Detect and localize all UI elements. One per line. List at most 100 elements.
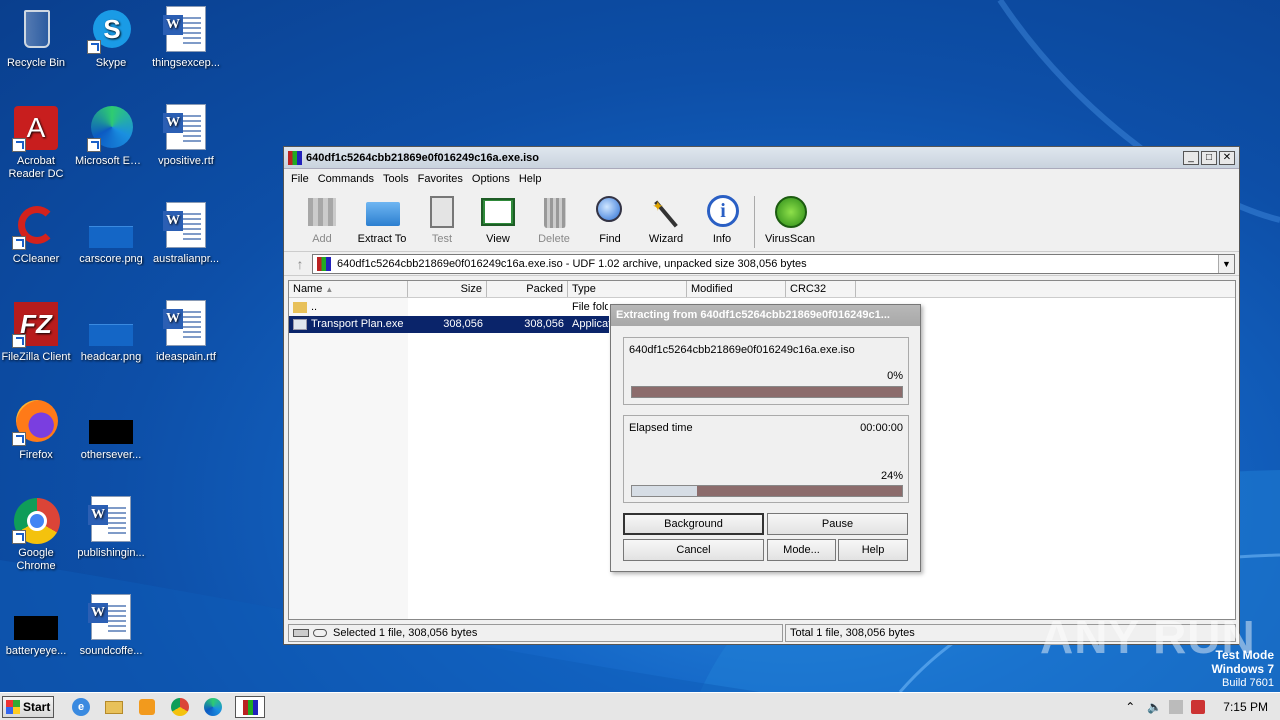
icon-label: soundcoffe... [79, 645, 143, 657]
virusscan-button[interactable]: VirusScan [759, 192, 821, 245]
speaker-icon[interactable]: 🔈 [1147, 700, 1162, 714]
name-column-background [289, 298, 408, 619]
virusscan-label: VirusScan [765, 233, 815, 245]
menu-favorites[interactable]: Favorites [415, 173, 469, 185]
chevron-down-icon[interactable]: ▼ [1218, 254, 1234, 273]
column-header: Name ▲ Size Packed Type Modified CRC32 [289, 281, 1235, 298]
extract-to-label: Extract To [357, 233, 407, 245]
desktop-icon-skype[interactable]: S Skype [73, 6, 149, 70]
desktop-icon-publishingin[interactable]: W publishingin... [73, 496, 149, 560]
winrar-icon [317, 256, 331, 271]
info-button[interactable]: i Info [694, 192, 750, 245]
windows-logo-icon [6, 699, 20, 714]
icon-label: thingsexcep... [152, 57, 220, 69]
edge-icon [87, 104, 135, 152]
minimize-button[interactable]: _ [1183, 150, 1199, 165]
find-label: Find [599, 233, 621, 245]
desktop-icon-vpositive[interactable]: W vpositive.rtf [148, 104, 224, 168]
desktop-icon-ccleaner[interactable]: CCleaner [0, 202, 74, 266]
media-player-icon[interactable] [136, 696, 158, 718]
desktop-icon-chrome[interactable]: Google Chrome [0, 496, 74, 573]
action-center-icon[interactable] [1191, 699, 1206, 714]
tray-expand-icon[interactable]: ⌃ [1125, 700, 1139, 714]
drive-icon[interactable] [293, 629, 309, 637]
desktop-icon-headcar[interactable]: headcar.png [73, 300, 149, 364]
edge-taskbar-icon[interactable] [202, 696, 224, 718]
mode-button[interactable]: Mode... [767, 539, 836, 561]
word-document-icon: W [162, 104, 210, 152]
archive-path-field[interactable]: 640df1c5264cbb21869e0f016249c16a.exe.iso… [312, 253, 1235, 274]
delete-button[interactable]: Delete [526, 192, 582, 245]
column-size[interactable]: Size [408, 281, 487, 297]
file-progress-bar [631, 386, 903, 398]
desktop-icon-othersever[interactable]: othersever... [73, 398, 149, 462]
view-label: View [486, 233, 510, 245]
column-type[interactable]: Type [568, 281, 687, 297]
desktop-icon-filezilla[interactable]: FZ FileZilla Client [0, 300, 74, 364]
desktop-icon-firefox[interactable]: Firefox [0, 398, 74, 462]
shortcut-arrow-icon [12, 334, 26, 348]
dialog-title[interactable]: Extracting from 640df1c5264cbb21869e0f01… [611, 305, 920, 326]
close-button[interactable]: ✕ [1219, 150, 1235, 165]
recycle-bin-icon [12, 6, 60, 54]
column-packed[interactable]: Packed [487, 281, 568, 297]
column-crc32[interactable]: CRC32 [786, 281, 856, 297]
column-name[interactable]: Name ▲ [289, 281, 408, 297]
desktop-icon-ideaspain[interactable]: W ideaspain.rtf [148, 300, 224, 364]
desktop-icon-edge[interactable]: Microsoft Edge [73, 104, 149, 168]
desktop-icon-carscore[interactable]: carscore.png [73, 202, 149, 266]
maximize-button[interactable]: □ [1201, 150, 1217, 165]
menu-options[interactable]: Options [469, 173, 516, 185]
desktop-icon-batteryeye[interactable]: batteryeye... [0, 594, 74, 658]
icon-label: headcar.png [80, 351, 142, 363]
info-icon: i [704, 194, 740, 230]
chrome-taskbar-icon[interactable] [169, 696, 191, 718]
cancel-button[interactable]: Cancel [623, 539, 764, 561]
column-modified[interactable]: Modified [687, 281, 786, 297]
desktop-icon-thingsexcep[interactable]: W thingsexcep... [148, 6, 224, 70]
extract-to-button[interactable]: Extract To [350, 192, 414, 245]
folder-icon [293, 302, 307, 313]
column-name-label: Name [293, 283, 323, 295]
window-titlebar[interactable]: 640df1c5264cbb21869e0f016249c16a.exe.iso… [284, 147, 1239, 169]
network-icon[interactable] [1169, 699, 1184, 714]
up-arrow-icon[interactable]: ↑ [288, 254, 312, 274]
help-button[interactable]: Help [838, 539, 908, 561]
file-packed: 308,056 [524, 318, 564, 330]
menu-commands[interactable]: Commands [315, 173, 380, 185]
ie-icon[interactable]: e [70, 696, 92, 718]
menu-help[interactable]: Help [516, 173, 548, 185]
key-icon[interactable] [313, 629, 327, 637]
clock[interactable]: 7:15 PM [1223, 700, 1268, 714]
find-button[interactable]: Find [582, 192, 638, 245]
icon-label: Microsoft Edge [75, 155, 149, 167]
menu-tools[interactable]: Tools [380, 173, 415, 185]
icon-label: vpositive.rtf [158, 155, 214, 167]
desktop-icon-soundcoffe[interactable]: W soundcoffe... [73, 594, 149, 658]
shortcut-arrow-icon [12, 236, 26, 250]
list-item-selected[interactable]: Transport Plan.exe 308,056 308,056 Appli… [289, 316, 609, 333]
start-button[interactable]: Start [2, 695, 54, 718]
icon-label: Google Chrome [16, 547, 56, 572]
background-button[interactable]: Background [623, 513, 764, 535]
pause-button[interactable]: Pause [767, 513, 908, 535]
file-progress-group: 640df1c5264cbb21869e0f016249c16a.exe.iso… [623, 337, 909, 405]
menu-file[interactable]: File [288, 173, 315, 185]
wizard-button[interactable]: ✦ Wizard [638, 192, 694, 245]
icon-label: othersever... [80, 449, 142, 461]
firefox-icon [12, 398, 60, 446]
view-button[interactable]: View [470, 192, 526, 245]
archive-name: 640df1c5264cbb21869e0f016249c16a.exe.iso [629, 344, 855, 356]
winrar-taskbar-button[interactable] [235, 695, 265, 718]
file-size: 308,056 [443, 318, 483, 330]
desktop-icon-acrobat[interactable]: A Acrobat Reader DC [0, 104, 74, 181]
add-button[interactable]: Add [294, 192, 350, 245]
test-button[interactable]: Test [414, 192, 470, 245]
desktop-icon-recycle-bin[interactable]: Recycle Bin [0, 6, 74, 70]
desktop-icon-australianpr[interactable]: W australianpr... [148, 202, 224, 266]
test-mode-line: Test Mode [1215, 648, 1274, 662]
list-item[interactable]: .. File fold [289, 299, 608, 316]
explorer-folder-icon[interactable] [103, 696, 125, 718]
clipboard-check-icon [424, 194, 460, 230]
icon-label: carscore.png [79, 253, 143, 265]
